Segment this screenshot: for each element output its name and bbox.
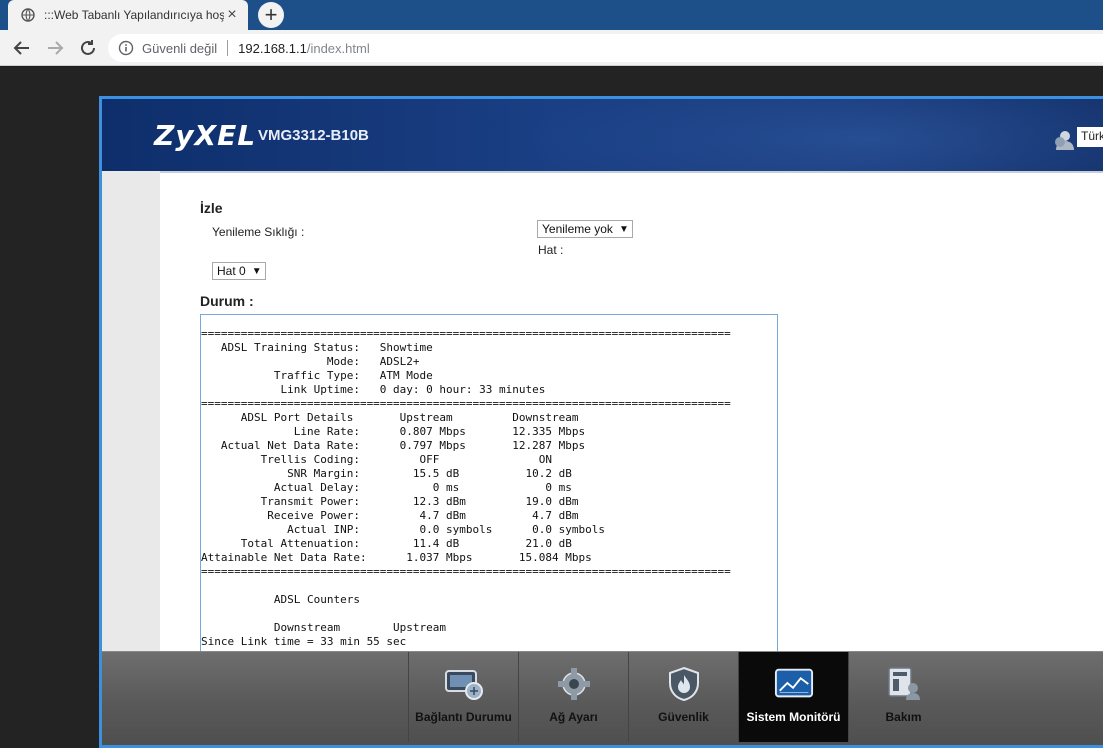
refresh-select-value: Yenileme yok [542,222,613,236]
browser-tab[interactable]: :::Web Tabanlı Yapılandırıcıya hoş × [8,0,248,30]
nav-label: Güvenlik [658,710,709,724]
line-label: Hat : [538,243,564,257]
router-header: ZyXEL VMG3312-B10B Türk [102,99,1103,171]
info-icon[interactable] [118,40,134,56]
divider [227,40,229,56]
bottom-nav-bar: Bağlantı Durumu Ağ Ayarı Güvenlik Sistem… [102,651,1103,745]
line-select-value: Hat 0 [217,264,246,278]
nav-maintenance[interactable]: Bakım [848,652,958,742]
nav-label: Bakım [885,710,922,724]
nav-label: Ağ Ayarı [549,710,598,724]
status-title: Durum : [200,293,254,309]
line-select[interactable]: Hat 0 ▼ [212,262,266,280]
back-arrow-icon[interactable] [10,36,34,60]
connection-status-icon [444,666,484,702]
reload-icon[interactable] [76,36,100,60]
new-tab-button[interactable]: + [258,2,284,28]
nav-label: Sistem Monitörü [746,710,841,724]
section-title-izle: İzle [200,200,223,216]
language-select[interactable]: Türk [1077,127,1103,147]
status-textarea[interactable]: ========================================… [200,314,778,654]
brand-logo: ZyXEL [154,119,257,152]
page-viewport: ZyXEL VMG3312-B10B Türk İzle Yenileme Sı… [0,67,1103,748]
close-tab-icon[interactable]: × [224,7,240,23]
globe-icon [20,7,36,23]
dropdown-arrow-icon: ▼ [618,223,629,235]
url-path: /index.html [306,40,370,56]
security-label: Güvenli değil [142,40,218,56]
url-host: 192.168.1.1 [238,40,307,56]
shield-icon [664,666,704,702]
nav-label: Bağlantı Durumu [415,710,512,724]
browser-tab-bar: :::Web Tabanlı Yapılandırıcıya hoş × + [0,0,1103,30]
user-icon[interactable] [1054,129,1074,151]
nav-connection-status[interactable]: Bağlantı Durumu [408,652,518,742]
main-content: İzle Yenileme Sıklığı : Yenileme yok ▼ H… [160,171,1103,654]
forward-arrow-icon[interactable] [43,36,67,60]
refresh-select[interactable]: Yenileme yok ▼ [537,220,633,238]
refresh-label: Yenileme Sıklığı : [212,225,305,239]
browser-toolbar: Güvenli değil 192.168.1.1 /index.html [0,30,1103,66]
address-bar[interactable]: Güvenli değil 192.168.1.1 /index.html [108,34,1103,62]
maintenance-icon [884,666,924,702]
tab-title: :::Web Tabanlı Yapılandırıcıya hoş [44,8,224,22]
dropdown-arrow-icon: ▼ [251,265,262,277]
gear-icon [554,666,594,702]
nav-security[interactable]: Güvenlik [628,652,738,742]
nav-system-monitor[interactable]: Sistem Monitörü [738,652,848,742]
model-name: VMG3312-B10B [258,127,369,144]
content-divider [160,171,1103,173]
status-text: ========================================… [201,327,731,648]
monitor-chart-icon [774,666,814,702]
router-ui: ZyXEL VMG3312-B10B Türk İzle Yenileme Sı… [99,96,1103,748]
header-decoration [522,99,1103,171]
nav-network-settings[interactable]: Ağ Ayarı [518,652,628,742]
